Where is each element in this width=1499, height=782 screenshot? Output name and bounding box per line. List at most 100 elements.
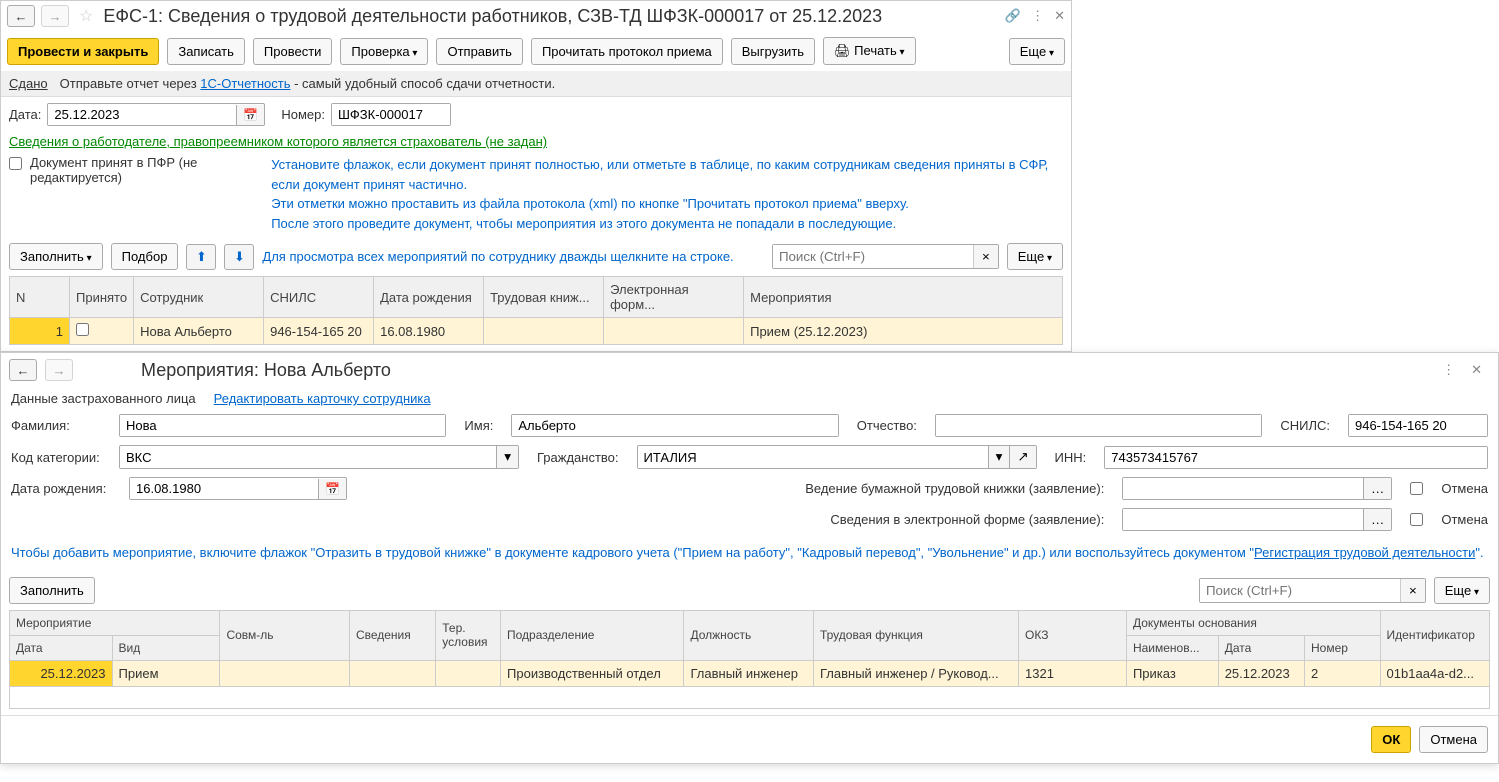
category-label: Код категории: [11,450,101,465]
main-window: ← → ☆ ЕФС-1: Сведения о трудовой деятель… [0,0,1072,352]
category-input[interactable] [120,447,496,468]
inn-input[interactable] [1105,447,1487,468]
accepted-label: Документ принят в ПФР (не редактируется) [30,155,243,185]
more-button[interactable]: Еще [1009,38,1065,65]
col-employee: Сотрудник [134,277,264,318]
firstname-input[interactable] [512,415,837,436]
birthdate-input[interactable] [130,478,318,499]
col-id: Идентификатор [1380,610,1489,660]
snils-input[interactable] [1349,415,1487,436]
search-clear-button[interactable]: × [973,245,998,268]
paper-book-ellipsis-icon[interactable]: … [1363,478,1391,499]
birthdate-calendar-icon[interactable]: 📅 [318,479,346,499]
category-row: Код категории: ▾ Гражданство: ▾ ↗ ИНН: [1,441,1498,473]
paper-cancel-label: Отмена [1441,481,1488,496]
table-more-button[interactable]: Еще [1007,243,1063,270]
sub-more-icon[interactable]: ⋮ [1442,362,1455,378]
event-row-empty[interactable] [10,686,1490,708]
nav-forward-button[interactable]: → [41,5,69,27]
events-more-button[interactable]: Еще [1434,577,1490,604]
cancel-button[interactable]: Отмена [1419,726,1488,753]
print-button[interactable]: 🖨 Печать [823,37,916,65]
reporting-link[interactable]: 1С-Отчетность [200,76,290,91]
send-button[interactable]: Отправить [436,38,522,65]
sub-close-icon[interactable]: ✕ [1471,362,1482,378]
registration-link[interactable]: Регистрация трудовой деятельности [1254,545,1475,560]
middlename-label: Отчество: [857,418,917,433]
eform-input[interactable] [1123,509,1363,530]
close-icon[interactable]: ✕ [1054,8,1065,24]
sub-titlebar: ← → Мероприятия: Нова Альберто ⋮ ✕ [1,353,1498,387]
export-button[interactable]: Выгрузить [731,38,815,65]
status-link[interactable]: Сдано [9,76,48,91]
table-hint: Для просмотра всех мероприятий по сотруд… [262,249,733,264]
eform-ellipsis-icon[interactable]: … [1363,509,1391,530]
move-up-icon[interactable]: ⬆ [186,244,216,270]
inn-label: ИНН: [1055,450,1087,465]
info-hint: Отправьте отчет через 1С-Отчетность - са… [60,76,556,91]
col-accepted: Принято [70,277,134,318]
insured-label: Данные застрахованного лица [11,391,196,406]
citizenship-dropdown-icon[interactable]: ▾ [988,446,1010,468]
snils-label: СНИЛС: [1280,418,1330,433]
sub-nav-forward[interactable]: → [45,359,73,381]
read-protocol-button[interactable]: Прочитать протокол приема [531,38,723,65]
events-fill-button[interactable]: Заполнить [9,577,95,604]
citizenship-input[interactable] [638,447,988,468]
fill-button[interactable]: Заполнить [9,243,103,270]
lastname-input[interactable] [120,415,445,436]
eform-label: Сведения в электронной форме (заявление)… [830,512,1104,527]
birthdate-label: Дата рождения: [11,481,111,496]
move-down-icon[interactable]: ⬇ [224,244,254,270]
favorite-icon[interactable]: ☆ [79,6,93,26]
ok-button[interactable]: ОК [1371,726,1411,753]
event-row[interactable]: 25.12.2023 Прием Производственный отдел … [10,660,1490,686]
paper-cancel-checkbox[interactable] [1410,482,1423,495]
middlename-input[interactable] [936,415,1261,436]
col-info: Сведения [349,610,435,660]
events-search-input[interactable] [1200,579,1400,602]
col-ter: Тер. условия [436,610,501,660]
citizenship-open-icon[interactable]: ↗ [1009,446,1035,468]
number-input[interactable] [332,104,450,125]
eform-cancel-label: Отмена [1441,512,1488,527]
nav-back-button[interactable]: ← [7,5,35,27]
col-doc-date: Дата [1218,635,1304,660]
sub-footer: ОК Отмена [1,715,1498,763]
col-eform: Электронная форм... [604,277,744,318]
table-row[interactable]: 1 Нова Альберто 946-154-165 20 16.08.198… [10,318,1063,345]
accepted-note: Установите флажок, если документ принят … [271,155,1063,233]
col-date: Дата [10,635,113,660]
row-accepted-checkbox[interactable] [76,323,89,336]
save-button[interactable]: Записать [167,38,245,65]
eform-cancel-checkbox[interactable] [1410,513,1423,526]
employees-table[interactable]: N Принято Сотрудник СНИЛС Дата рождения … [9,276,1063,345]
employer-link[interactable]: Сведения о работодателе, правопреемником… [1,132,555,151]
more-icon[interactable]: ⋮ [1031,8,1044,24]
col-doc-num: Номер [1305,635,1381,660]
edit-card-link[interactable]: Редактировать карточку сотрудника [214,391,431,406]
post-button[interactable]: Провести [253,38,333,65]
post-and-close-button[interactable]: Провести и закрыть [7,38,159,65]
col-snils: СНИЛС [264,277,374,318]
sub-nav-back[interactable]: ← [9,359,37,381]
accepted-checkbox[interactable] [9,157,22,170]
col-workbook: Трудовая книж... [484,277,604,318]
col-birthdate: Дата рождения [374,277,484,318]
category-dropdown-icon[interactable]: ▾ [496,446,518,468]
link-icon[interactable]: 🔗 [1005,8,1021,24]
date-input[interactable] [48,104,236,125]
firstname-label: Имя: [464,418,493,433]
search-input[interactable] [773,245,973,268]
events-search-clear[interactable]: × [1400,579,1425,602]
calendar-icon[interactable]: 📅 [236,105,264,125]
info-bar: Сдано Отправьте отчет через 1С-Отчетност… [1,71,1071,97]
check-button[interactable]: Проверка [340,38,428,65]
paper-book-input[interactable] [1123,478,1363,499]
main-title: ЕФС-1: Сведения о трудовой деятельности … [103,6,999,27]
birthdate-row: Дата рождения: 📅 Ведение бумажной трудов… [1,473,1498,504]
events-table[interactable]: Мероприятие Совм-ль Сведения Тер. услови… [9,610,1490,709]
events-toolbar: Заполнить × Еще [1,571,1498,610]
select-button[interactable]: Подбор [111,243,179,270]
lastname-label: Фамилия: [11,418,101,433]
